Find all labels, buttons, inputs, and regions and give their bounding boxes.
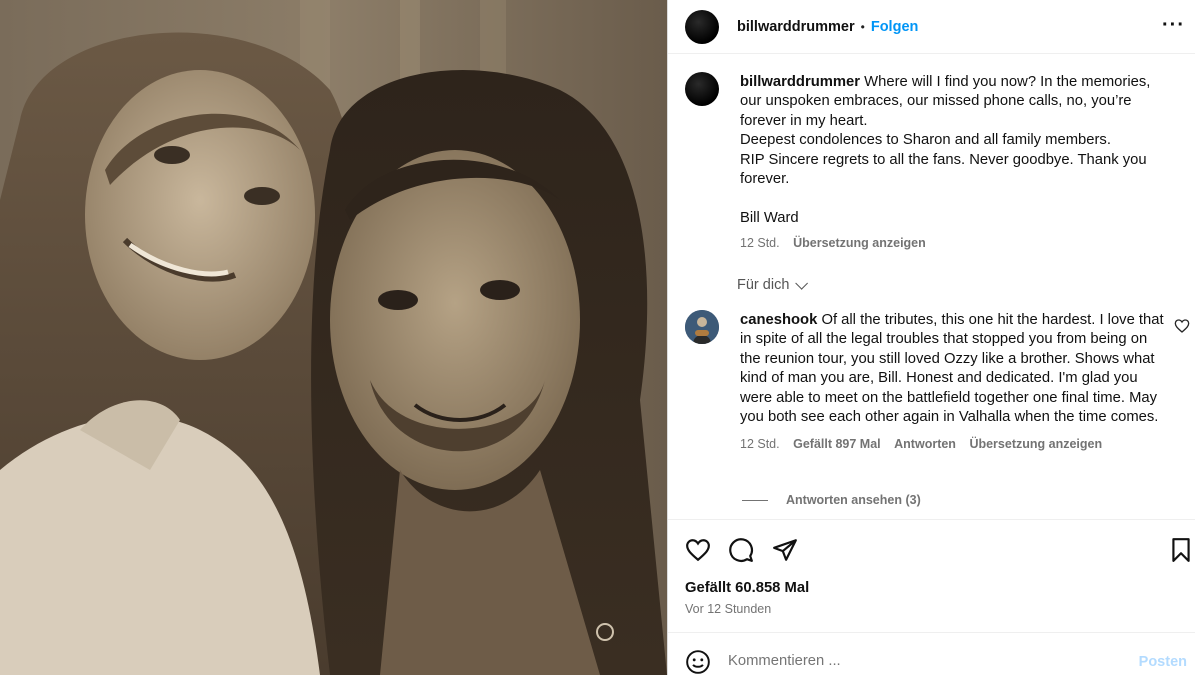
view-replies-button[interactable]: Antworten ansehen (3) — [742, 493, 921, 507]
comment-composer: Posten — [668, 632, 1195, 675]
save-bookmark-icon[interactable] — [1168, 537, 1194, 563]
comment-like-heart-icon[interactable] — [1174, 318, 1190, 334]
comment-likes[interactable]: Gefällt 897 Mal — [793, 437, 881, 451]
comment-input[interactable] — [728, 653, 1088, 669]
post-header: billwarddrummer • Folgen ··· — [668, 0, 1195, 54]
chevron-down-icon — [795, 276, 809, 290]
commenter-avatar-image — [685, 310, 719, 344]
caption-meta: 12 Std. Übersetzung anzeigen — [740, 234, 1170, 253]
caption-translate-link[interactable]: Übersetzung anzeigen — [793, 236, 926, 250]
replies-divider-line — [742, 499, 768, 501]
comments-section[interactable]: billwarddrummer Where will I find you no… — [668, 55, 1195, 518]
post-photo[interactable] — [0, 0, 667, 675]
caption-text: billwarddrummer Where will I find you no… — [740, 73, 1170, 254]
caption-line-2: Deepest condolences to Sharon and all fa… — [740, 132, 1111, 149]
commenter-avatar[interactable] — [685, 310, 719, 344]
caption-username[interactable]: billwarddrummer — [740, 74, 860, 90]
post-timestamp[interactable]: Vor 12 Stunden — [685, 602, 771, 616]
caption-time[interactable]: 12 Std. — [740, 236, 780, 250]
instagram-post-view: billwarddrummer • Folgen ··· billwarddru… — [0, 0, 1195, 675]
view-replies-label: Antworten ansehen (3) — [786, 493, 921, 507]
caption-line-3: RIP Sincere regrets to all the fans. Nev… — [740, 151, 1147, 188]
author-username[interactable]: billwarddrummer — [737, 19, 855, 35]
photo-image — [0, 0, 667, 675]
commenter-username[interactable]: caneshook — [740, 312, 817, 328]
post-side-panel: billwarddrummer • Folgen ··· billwarddru… — [667, 0, 1195, 675]
comment-reply-button[interactable]: Antworten — [894, 437, 956, 451]
header-separator: • — [860, 19, 865, 34]
comment-time[interactable]: 12 Std. — [740, 437, 780, 451]
caption-signature: Bill Ward — [740, 209, 799, 226]
author-avatar[interactable] — [685, 9, 719, 44]
comment-meta: 12 Std. Gefällt 897 Mal Antworten Überse… — [740, 435, 1170, 454]
comment-body: Of all the tributes, this one hit the ha… — [740, 312, 1164, 426]
emoji-icon[interactable] — [685, 649, 711, 675]
like-heart-icon[interactable] — [685, 537, 711, 563]
follow-button[interactable]: Folgen — [871, 19, 919, 35]
comment-translate-link[interactable]: Übersetzung anzeigen — [969, 437, 1102, 451]
post-comment-button[interactable]: Posten — [1139, 654, 1187, 670]
comment-bubble-icon[interactable] — [728, 537, 754, 563]
share-send-icon[interactable] — [772, 537, 798, 563]
comment-sort-label: Für dich — [737, 277, 790, 293]
post-likes-count[interactable]: Gefällt 60.858 Mal — [685, 580, 809, 596]
caption-author-avatar[interactable] — [685, 72, 719, 106]
comment-sort-dropdown[interactable]: Für dich — [737, 276, 809, 293]
post-actions-bar — [668, 519, 1195, 576]
comment-text: caneshook Of all the tributes, this one … — [740, 311, 1170, 455]
more-options-icon[interactable]: ··· — [1162, 14, 1185, 37]
